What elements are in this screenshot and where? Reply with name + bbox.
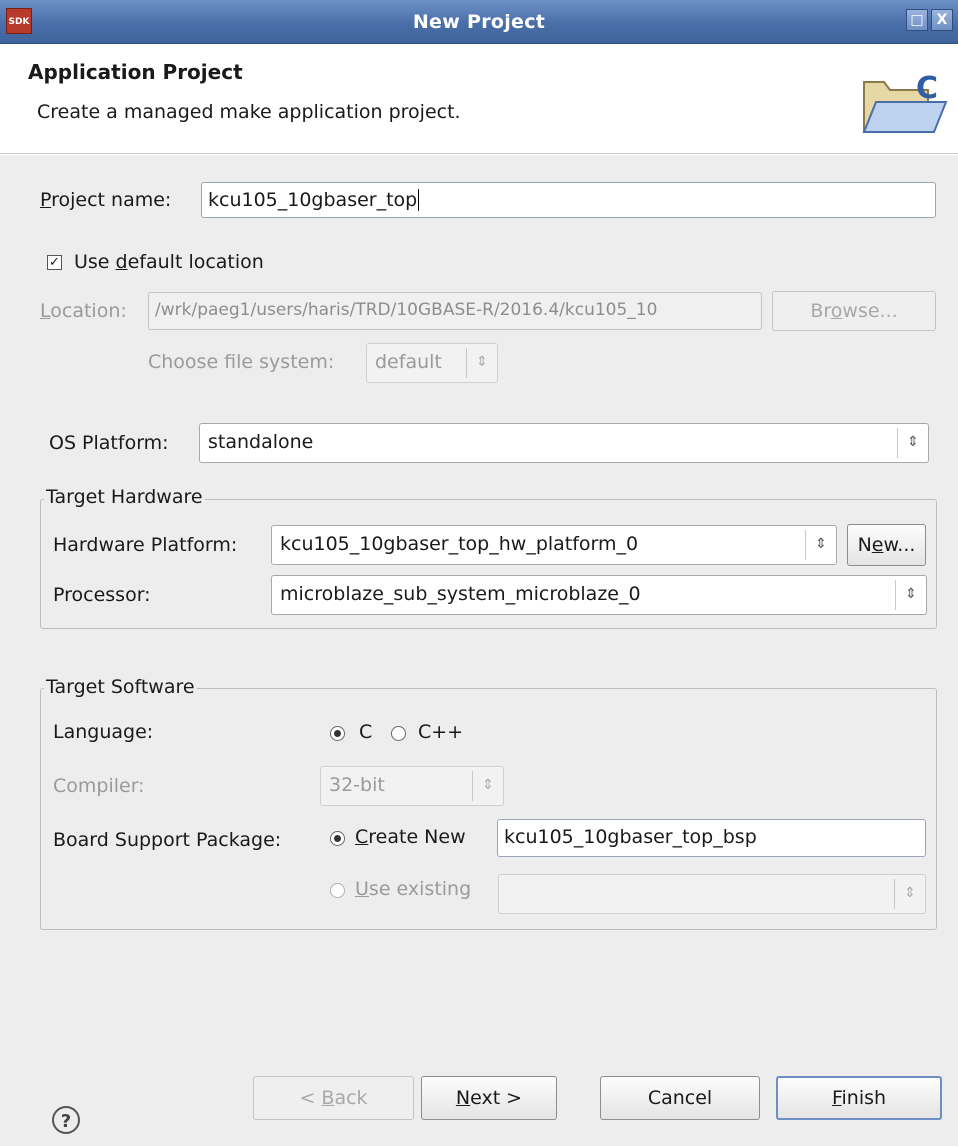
bsp-existing-select[interactable]: ⇕ xyxy=(498,874,926,914)
processor-label: Processor: xyxy=(53,584,151,606)
location-label: Location: xyxy=(40,300,127,322)
bsp-name-input[interactable]: kcu105_10gbaser_top_bsp xyxy=(497,819,926,857)
language-cpp-radio[interactable] xyxy=(391,726,406,741)
bsp-create-new-radio[interactable] xyxy=(330,831,345,846)
language-c-label[interactable]: C xyxy=(359,721,372,743)
bsp-use-existing-radio[interactable] xyxy=(330,883,345,898)
os-platform-label: OS Platform: xyxy=(49,432,169,454)
help-icon[interactable]: ? xyxy=(52,1106,80,1134)
hardware-platform-value: kcu105_10gbaser_top_hw_platform_0 xyxy=(280,533,639,555)
new-hardware-platform-button[interactable]: New... xyxy=(847,524,926,566)
spinner-icon: ⇕ xyxy=(897,428,928,458)
hardware-platform-select[interactable]: kcu105_10gbaser_top_hw_platform_0 ⇕ xyxy=(271,525,837,565)
file-system-label: Choose file system: xyxy=(148,351,335,373)
language-cpp-label[interactable]: C++ xyxy=(418,721,463,743)
project-name-label: Project name: xyxy=(40,189,172,211)
use-default-location-checkbox[interactable]: ✓ xyxy=(47,255,62,270)
window-title: New Project xyxy=(412,11,546,33)
header-title: Application Project xyxy=(28,60,243,84)
bsp-label: Board Support Package: xyxy=(53,829,282,851)
location-input[interactable]: /wrk/paeg1/users/haris/TRD/10GBASE-R/201… xyxy=(148,292,762,330)
browse-button[interactable]: Browse... xyxy=(772,291,936,331)
spinner-icon: ⇕ xyxy=(895,580,926,610)
file-system-select[interactable]: default ⇕ xyxy=(366,343,498,383)
file-system-value: default xyxy=(375,351,442,373)
c-project-folder-icon: C xyxy=(862,71,948,133)
back-button[interactable]: < Back xyxy=(253,1076,414,1120)
spinner-icon: ⇕ xyxy=(894,879,925,909)
spinner-icon: ⇕ xyxy=(472,771,503,801)
next-button[interactable]: Next > xyxy=(421,1076,557,1120)
project-name-input[interactable]: kcu105_10gbaser_top xyxy=(201,182,936,218)
os-platform-value: standalone xyxy=(208,431,314,453)
header-description: Create a managed make application projec… xyxy=(37,101,461,123)
spinner-icon: ⇕ xyxy=(805,530,836,560)
title-bar[interactable]: SDK New Project □ X xyxy=(0,0,958,44)
os-platform-select[interactable]: standalone ⇕ xyxy=(199,423,929,463)
processor-select[interactable]: microblaze_sub_system_microblaze_0 ⇕ xyxy=(271,575,927,615)
svg-text:C: C xyxy=(916,71,938,106)
bsp-use-existing-label[interactable]: Use existing xyxy=(355,878,471,900)
use-default-location-label[interactable]: Use default location xyxy=(74,251,264,273)
target-software-legend: Target Software xyxy=(44,676,197,698)
bsp-create-new-label[interactable]: Create New xyxy=(355,826,466,848)
finish-button[interactable]: Finish xyxy=(776,1076,942,1120)
compiler-select[interactable]: 32-bit ⇕ xyxy=(320,766,504,806)
close-button[interactable]: X xyxy=(931,9,953,31)
compiler-label: Compiler: xyxy=(53,775,145,797)
hardware-platform-label: Hardware Platform: xyxy=(53,534,238,556)
target-hardware-legend: Target Hardware xyxy=(44,486,205,508)
language-label: Language: xyxy=(53,721,154,743)
language-c-radio[interactable] xyxy=(330,726,345,741)
processor-value: microblaze_sub_system_microblaze_0 xyxy=(280,583,641,605)
compiler-value: 32-bit xyxy=(329,774,385,796)
maximize-button[interactable]: □ xyxy=(906,9,928,31)
spinner-icon: ⇕ xyxy=(466,348,497,378)
cancel-button[interactable]: Cancel xyxy=(600,1076,760,1120)
